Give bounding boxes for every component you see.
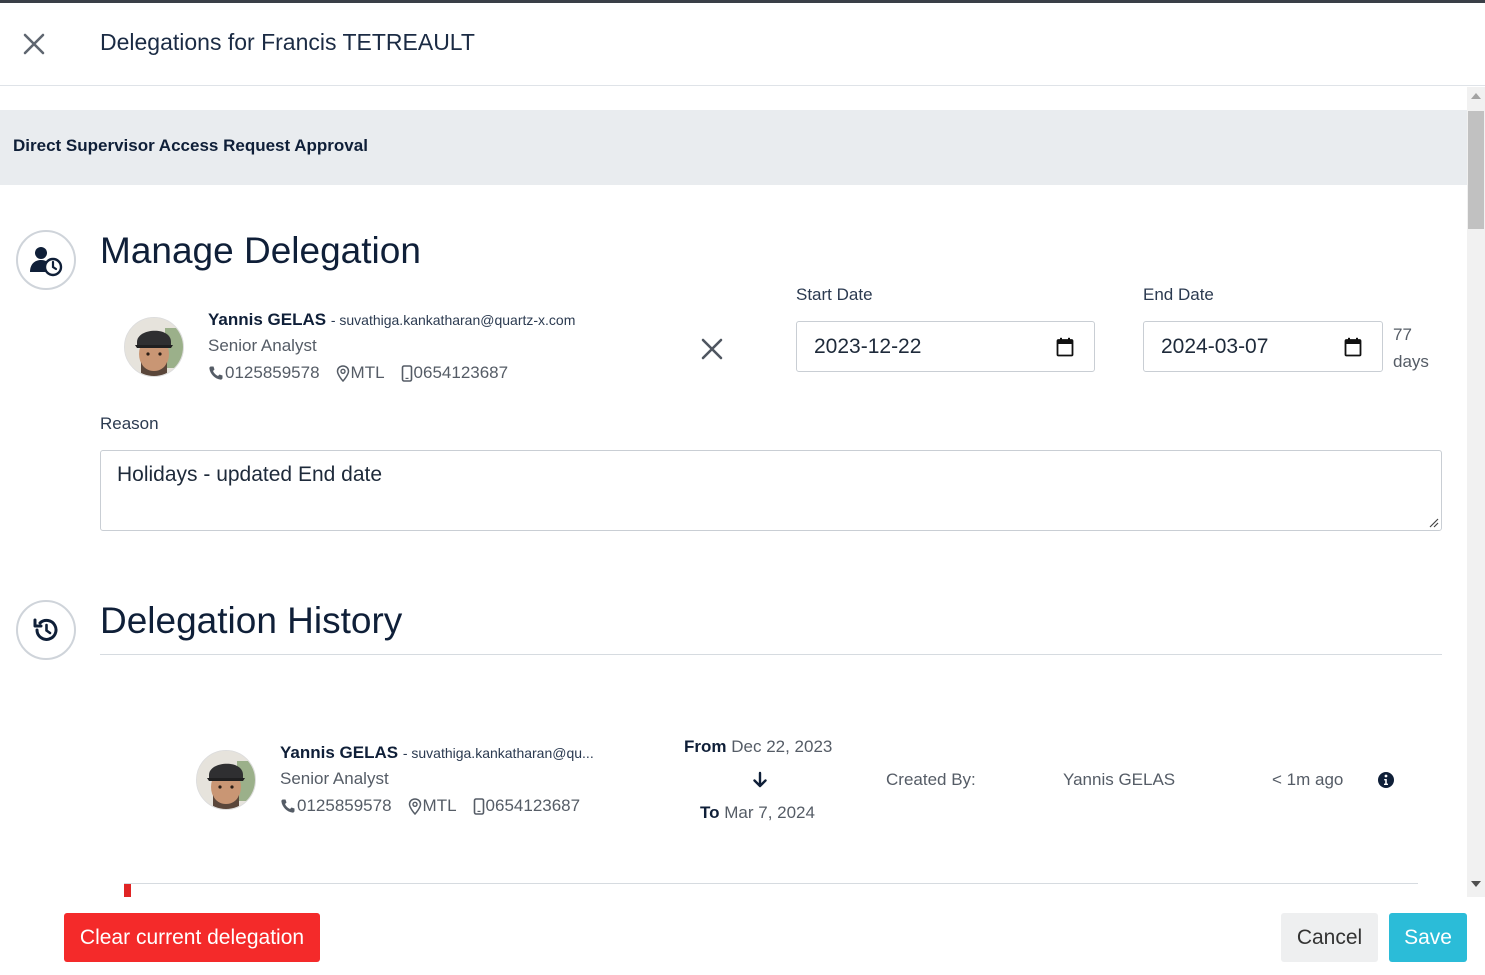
start-date-value: 2023-12-22 xyxy=(814,334,922,358)
close-icon[interactable] xyxy=(20,30,48,58)
start-date-input[interactable]: 2023-12-22 xyxy=(796,321,1095,372)
end-date-input[interactable]: 2024-03-07 xyxy=(1143,321,1383,372)
start-date-label: Start Date xyxy=(796,285,873,304)
save-button[interactable]: Save xyxy=(1389,913,1467,962)
history-delegate-name-line: Yannis GELAS - suvathiga.kankatharan@qu.… xyxy=(280,743,594,763)
calendar-icon[interactable] xyxy=(1056,337,1074,357)
user-clock-icon xyxy=(16,230,76,290)
history-delegate-mobile: 0654123687 xyxy=(485,796,581,815)
phone-icon xyxy=(209,366,223,380)
delegate-contact: 0125859578 MTL 0654123687 xyxy=(208,363,508,383)
history-delegate-name: Yannis GELAS xyxy=(280,743,399,762)
delegate-name-line: Yannis GELAS - suvathiga.kankatharan@qua… xyxy=(208,310,575,330)
resize-handle-icon[interactable] xyxy=(1427,516,1439,528)
from-date: Dec 22, 2023 xyxy=(731,737,833,756)
delegate-phone: 0125859578 xyxy=(225,363,320,382)
delegation-history-heading: Delegation History xyxy=(100,600,403,641)
delegate-role: Senior Analyst xyxy=(208,336,317,355)
from-label: From xyxy=(684,737,727,756)
history-from: From Dec 22, 2023 xyxy=(684,737,832,757)
cancel-button[interactable]: Cancel xyxy=(1281,913,1378,962)
mobile-icon xyxy=(401,364,412,382)
reason-textarea[interactable]: Holidays - updated End date xyxy=(100,450,1442,531)
scroll-down-arrow-icon[interactable] xyxy=(1471,881,1481,887)
history-delegate-email: - suvathiga.kankatharan@qu... xyxy=(402,745,594,761)
scroll-up-arrow-icon[interactable] xyxy=(1471,93,1481,99)
history-delegate-role: Senior Analyst xyxy=(280,769,389,788)
modal-footer: Clear current delegation Cancel Save xyxy=(0,897,1485,975)
section-band-label: Direct Supervisor Access Request Approva… xyxy=(13,136,368,155)
created-by-label: Created By: xyxy=(886,770,976,789)
phone-icon xyxy=(281,799,295,813)
to-label: To xyxy=(700,803,720,822)
modal-title: Delegations for Francis TETREAULT xyxy=(100,29,475,55)
history-to: To Mar 7, 2024 xyxy=(700,803,815,823)
time-ago: < 1m ago xyxy=(1272,770,1344,789)
history-delegate-phone: 0125859578 xyxy=(297,796,392,815)
scroll-thumb[interactable] xyxy=(1468,111,1484,229)
manage-delegation-heading: Manage Delegation xyxy=(100,230,421,271)
divider xyxy=(100,654,1442,655)
reason-label: Reason xyxy=(100,414,159,433)
duration-value: 77 xyxy=(1393,325,1412,344)
history-delegate-location: MTL xyxy=(422,796,457,815)
delegate-name: Yannis GELAS xyxy=(208,310,327,329)
status-marker xyxy=(124,884,131,897)
map-pin-icon xyxy=(336,364,349,382)
delegate-location: MTL xyxy=(350,363,385,382)
modal-body: Direct Supervisor Access Request Approva… xyxy=(0,87,1467,897)
avatar xyxy=(124,317,184,377)
mobile-icon xyxy=(473,797,484,815)
created-by-name: Yannis GELAS xyxy=(1063,770,1176,789)
history-delegate-contact: 0125859578 MTL 0654123687 xyxy=(280,796,580,816)
end-date-label: End Date xyxy=(1143,285,1214,304)
reason-value: Holidays - updated End date xyxy=(117,463,383,486)
arrow-down-icon xyxy=(753,771,767,788)
avatar xyxy=(196,750,256,810)
info-icon[interactable] xyxy=(1377,771,1395,789)
delegate-email: - suvathiga.kankatharan@quartz-x.com xyxy=(330,312,576,328)
calendar-icon[interactable] xyxy=(1344,337,1362,357)
remove-delegate-icon[interactable] xyxy=(697,334,727,364)
duration-days: 77 days xyxy=(1393,321,1429,375)
duration-unit: days xyxy=(1393,352,1429,371)
clear-delegation-button[interactable]: Clear current delegation xyxy=(64,913,320,962)
delegate-mobile: 0654123687 xyxy=(413,363,509,382)
end-date-value: 2024-03-07 xyxy=(1161,334,1269,358)
to-date: Mar 7, 2024 xyxy=(724,803,815,822)
vertical-scrollbar[interactable] xyxy=(1467,87,1485,897)
map-pin-icon xyxy=(408,797,421,815)
modal-header: Delegations for Francis TETREAULT xyxy=(0,3,1485,86)
divider xyxy=(124,883,1418,884)
history-icon xyxy=(16,600,76,660)
